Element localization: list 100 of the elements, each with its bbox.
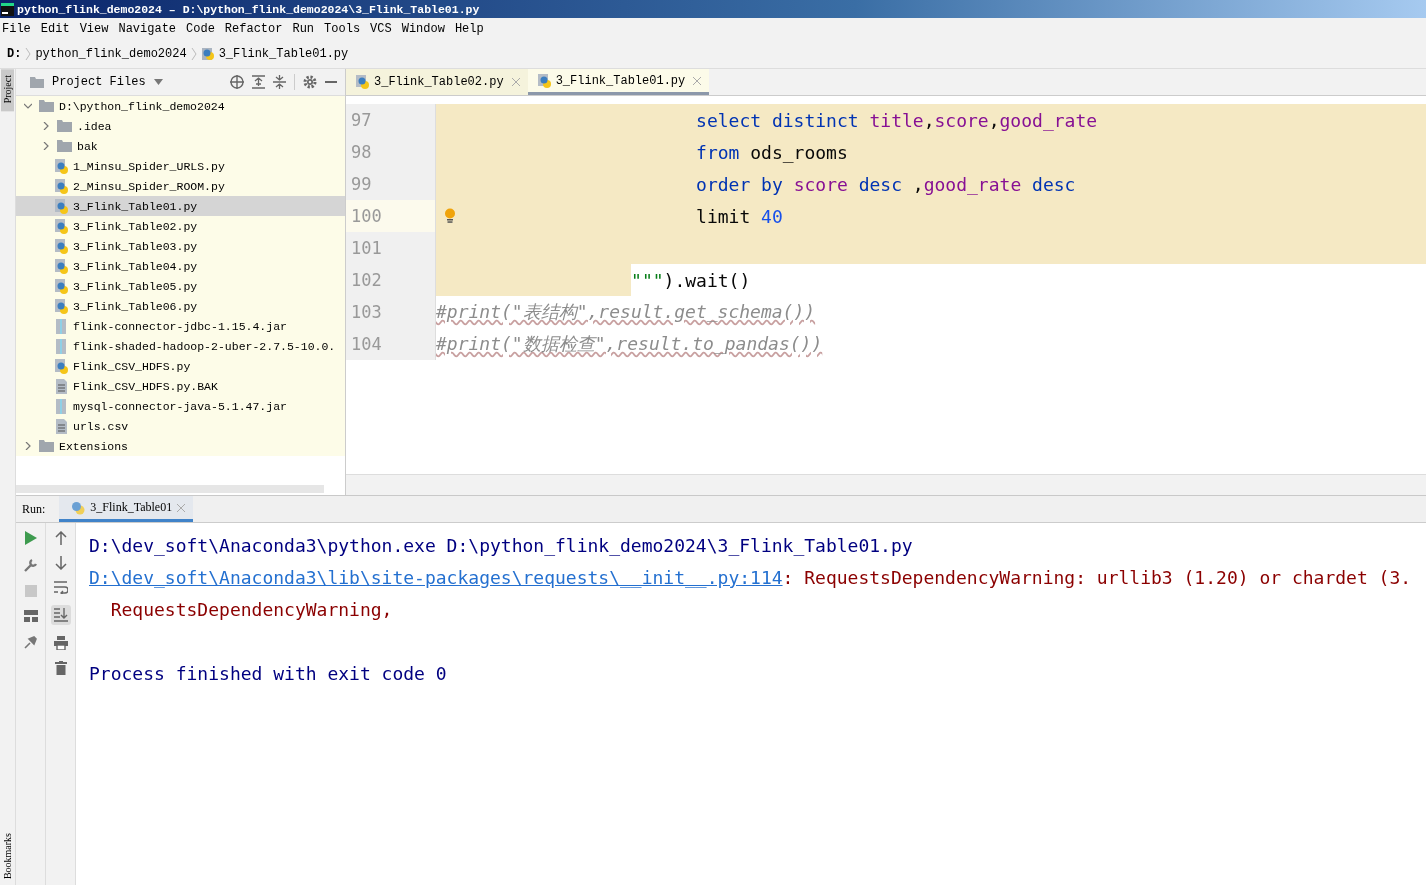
python-icon bbox=[71, 500, 86, 515]
menu-item[interactable]: Help bbox=[454, 21, 484, 36]
code-line: order by score desc ,good_rate desc bbox=[696, 173, 1076, 195]
tree-item[interactable]: flink-shaded-hadoop-2-uber-2.7.5-10.0. bbox=[16, 336, 345, 356]
chevron-icon[interactable] bbox=[24, 102, 32, 110]
chevron-icon[interactable] bbox=[42, 122, 50, 130]
run-icon[interactable] bbox=[24, 531, 37, 545]
menu-item[interactable]: Navigate bbox=[118, 21, 177, 36]
code-line: #print("表结构",result.get_schema()) bbox=[436, 300, 816, 324]
tree-item[interactable]: urls.csv bbox=[16, 416, 345, 436]
tree-item[interactable]: Extensions bbox=[16, 436, 345, 456]
python-file-icon bbox=[356, 75, 369, 89]
tree-item[interactable]: mysql-connector-java-5.1.47.jar bbox=[16, 396, 345, 416]
tree-item[interactable]: 3_Flink_Table03.py bbox=[16, 236, 345, 256]
down-arrow-icon[interactable] bbox=[54, 556, 67, 570]
menu-item[interactable]: VCS bbox=[370, 21, 392, 36]
menu-item[interactable]: Edit bbox=[40, 21, 70, 36]
tree-item[interactable]: 2_Minsu_Spider_ROOM.py bbox=[16, 176, 345, 196]
chevron-icon[interactable] bbox=[42, 142, 50, 150]
warning-text: RequestsDependencyWarning, bbox=[109, 598, 393, 620]
project-tool-tab[interactable]: Project bbox=[1, 69, 14, 112]
folder-icon bbox=[39, 100, 54, 112]
python-file-icon bbox=[55, 278, 68, 294]
line-number: 99 bbox=[351, 174, 372, 194]
trash-icon[interactable] bbox=[54, 661, 67, 675]
scrollbar-thumb[interactable] bbox=[16, 485, 324, 493]
folder-icon bbox=[39, 440, 54, 452]
line-number: 102 bbox=[351, 270, 382, 290]
archive-icon bbox=[55, 398, 68, 414]
python-file-icon bbox=[55, 198, 68, 214]
settings-icon[interactable] bbox=[303, 75, 317, 89]
python-file-icon bbox=[55, 238, 68, 254]
close-icon[interactable] bbox=[693, 76, 702, 85]
python-file-icon bbox=[55, 178, 68, 194]
panel-title[interactable]: Project Files bbox=[52, 75, 146, 89]
file-link[interactable]: D:\dev_soft\Anaconda3\lib\site-packages\requests\__init__.py:114 bbox=[89, 566, 783, 588]
python-file-icon bbox=[55, 258, 68, 274]
tree-item[interactable]: 3_Flink_Table01.py bbox=[16, 196, 345, 216]
python-file-icon bbox=[55, 298, 68, 314]
layout-icon[interactable] bbox=[23, 610, 38, 622]
line-number: 98 bbox=[351, 142, 372, 162]
menu-item[interactable]: Code bbox=[186, 21, 215, 36]
tree-item[interactable]: flink-connector-jdbc-1.15.4.jar bbox=[16, 316, 345, 336]
tree-item[interactable]: 3_Flink_Table06.py bbox=[16, 296, 345, 316]
archive-icon bbox=[55, 318, 68, 334]
tree-item[interactable]: 3_Flink_Table02.py bbox=[16, 216, 345, 236]
breadcrumb-item[interactable]: 3_Flink_Table01.py bbox=[218, 46, 349, 61]
scroll-to-end-button[interactable] bbox=[50, 605, 71, 625]
folder-icon bbox=[57, 120, 72, 132]
text-file-icon bbox=[55, 378, 68, 394]
print-icon[interactable] bbox=[53, 636, 68, 650]
menu-item[interactable]: View bbox=[79, 21, 109, 36]
breadcrumb-item[interactable]: D: bbox=[7, 46, 22, 61]
menu-item[interactable]: File bbox=[2, 21, 31, 36]
folder-icon bbox=[30, 76, 44, 88]
line-number: 101 bbox=[351, 238, 382, 258]
tree-item[interactable]: .idea bbox=[16, 116, 345, 136]
lightbulb-icon[interactable] bbox=[444, 208, 456, 223]
menu-item[interactable]: Run bbox=[292, 21, 315, 36]
expand-all-icon[interactable] bbox=[252, 75, 265, 89]
text-file-icon bbox=[55, 418, 68, 434]
up-arrow-icon[interactable] bbox=[54, 531, 67, 545]
pin-icon[interactable] bbox=[23, 635, 38, 649]
console-text: Process finished with exit code 0 bbox=[89, 662, 447, 684]
chevron-icon bbox=[25, 46, 32, 61]
locate-icon[interactable] bbox=[230, 75, 244, 89]
collapse-all-icon[interactable] bbox=[273, 75, 286, 89]
wrench-icon[interactable] bbox=[23, 558, 38, 572]
tree-item[interactable]: bak bbox=[16, 136, 345, 156]
line-number: 103 bbox=[351, 302, 382, 322]
tree-item[interactable]: D:\python_flink_demo2024 bbox=[16, 96, 345, 116]
chevron-icon[interactable] bbox=[24, 442, 32, 450]
menu-item[interactable]: Refactor bbox=[224, 21, 283, 36]
window-title: python_flink_demo2024 – D:\python_flink_demo2024\3_Flink_Table01.py bbox=[17, 2, 480, 16]
editor-tab[interactable]: 3_Flink_Table02.py bbox=[346, 69, 528, 95]
soft-wrap-icon[interactable] bbox=[53, 581, 68, 594]
tree-item[interactable]: 3_Flink_Table05.py bbox=[16, 276, 345, 296]
tree-item[interactable]: 3_Flink_Table04.py bbox=[16, 256, 345, 276]
console-text: D:\dev_soft\Anaconda3\python.exe D:\python_flink_demo2024\3_Flink_Table01.py bbox=[89, 534, 913, 556]
app-icon bbox=[1, 2, 14, 16]
bookmarks-tool-tab[interactable]: Bookmarks bbox=[1, 826, 14, 885]
editor-tab[interactable]: 3_Flink_Table01.py bbox=[527, 69, 710, 95]
line-number: 100 bbox=[351, 206, 382, 226]
menu-item[interactable]: Window bbox=[401, 21, 445, 36]
python-file-icon bbox=[55, 218, 68, 234]
code-line: select distinct title,score,good_rate bbox=[696, 109, 1098, 131]
warning-text: : RequestsDependencyWarning: urllib3 (1.20) or chardet (3. bbox=[782, 566, 1412, 588]
horizontal-scrollbar[interactable] bbox=[346, 474, 1426, 495]
menu-item[interactable]: Tools bbox=[324, 21, 361, 36]
line-number: 97 bbox=[351, 110, 372, 130]
run-tab[interactable]: 3_Flink_Table01 bbox=[59, 496, 194, 522]
line-number: 104 bbox=[351, 334, 382, 354]
tree-item[interactable]: Flink_CSV_HDFS.py bbox=[16, 356, 345, 376]
panel-label: Run: bbox=[22, 501, 46, 517]
breadcrumb-item[interactable]: python_flink_demo2024 bbox=[35, 46, 187, 61]
code-line: limit 40 bbox=[696, 205, 783, 227]
tree-item[interactable]: Flink_CSV_HDFS.py.BAK bbox=[16, 376, 345, 396]
python-file-icon bbox=[200, 46, 215, 61]
dropdown-icon[interactable] bbox=[153, 79, 163, 85]
tree-item[interactable]: 1_Minsu_Spider_URLS.py bbox=[16, 156, 345, 176]
